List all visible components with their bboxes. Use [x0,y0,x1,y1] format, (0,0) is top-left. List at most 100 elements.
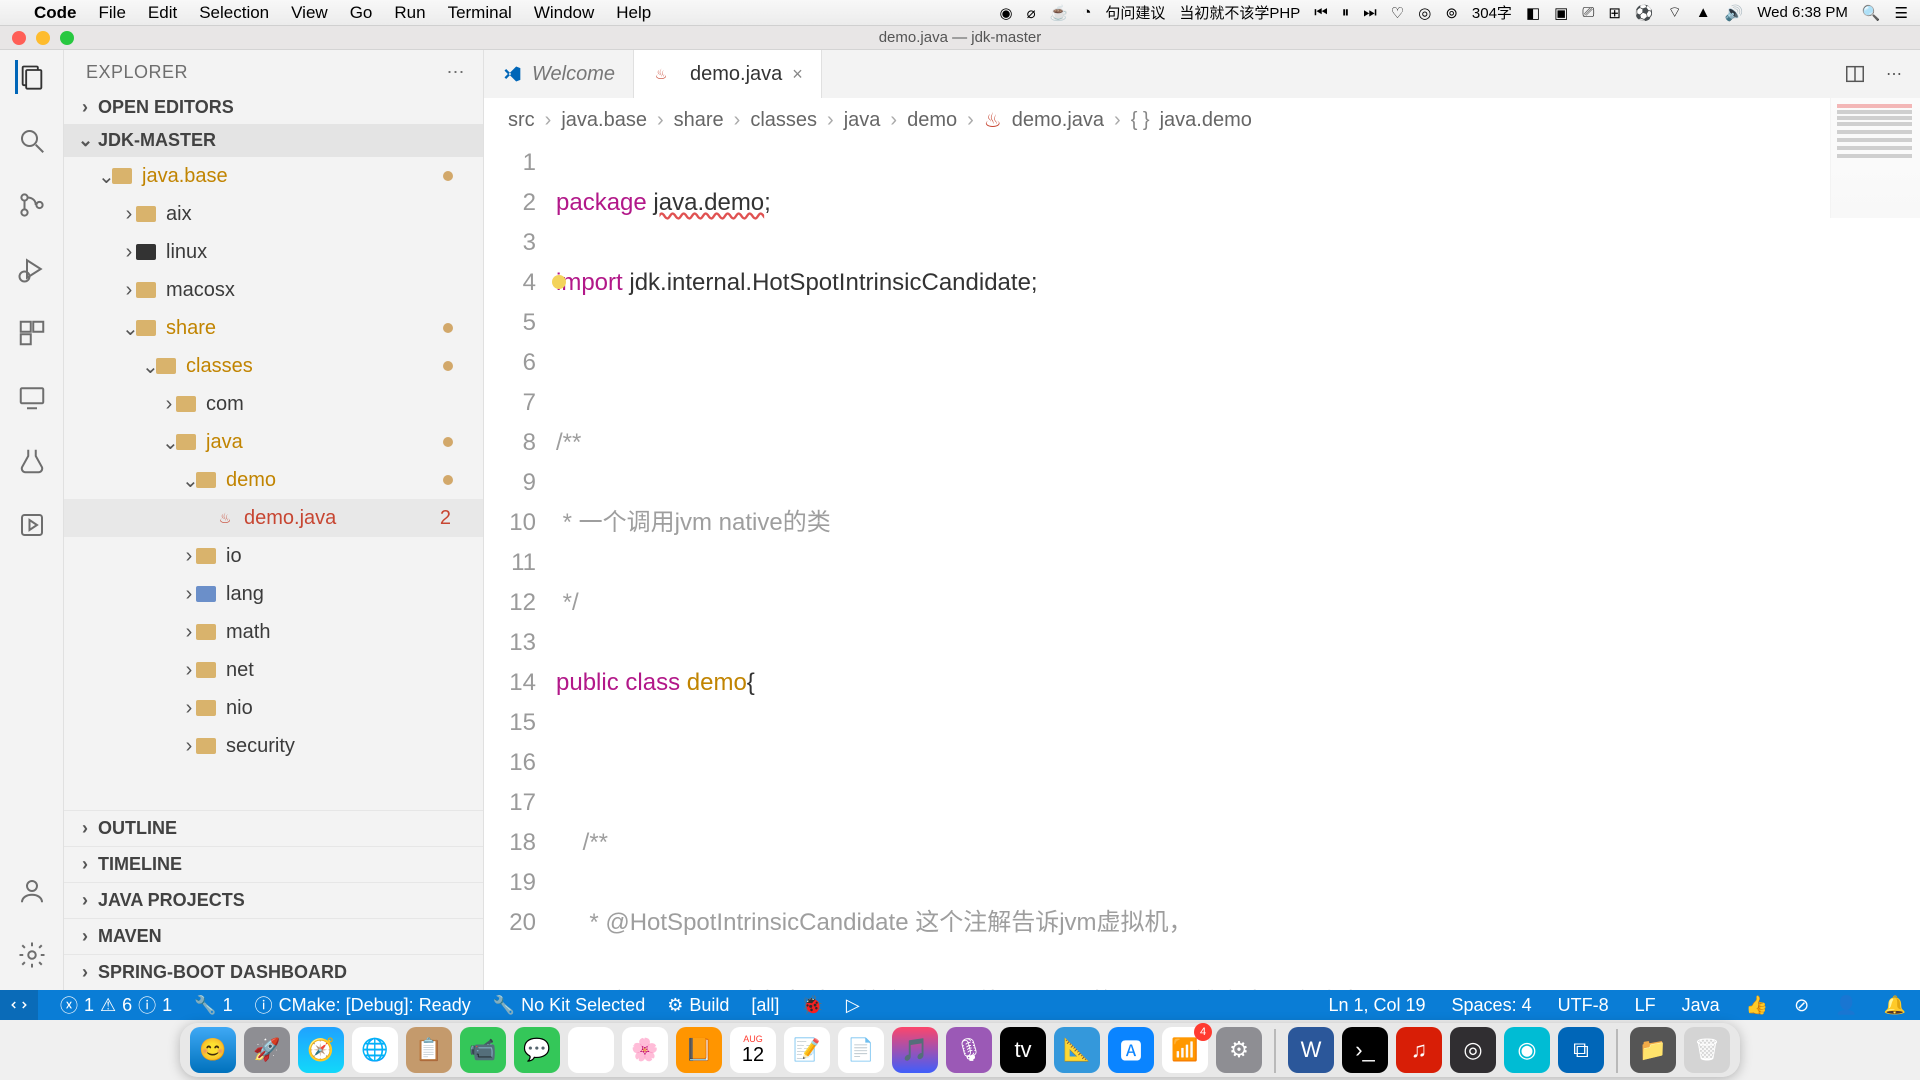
tree-folder-net[interactable]: ›net [64,651,483,689]
dock-tv-icon[interactable]: tv [1000,1027,1046,1073]
tree-folder-com[interactable]: ›com [64,385,483,423]
tree-folder-nio[interactable]: ›nio [64,689,483,727]
dock-calendar-icon[interactable]: AUG12 [730,1027,776,1073]
menu-edit[interactable]: Edit [148,3,177,23]
dock-podcasts-icon[interactable]: 🎙 [946,1027,992,1073]
source-control-icon[interactable] [15,188,49,222]
settings-gear-icon[interactable] [15,938,49,972]
code-editor[interactable]: 1 2 3 4 5 6 7 8 9 10 11 12 13 14 15 16 1… [484,143,1920,990]
lightbulb-icon[interactable] [552,275,566,289]
dock-finder-icon[interactable]: 😊 [190,1027,236,1073]
zoom-window-button[interactable] [60,31,74,45]
breadcrumbs[interactable]: src› java.base› share› classes› java› de… [484,98,1920,143]
dock-chrome-icon[interactable]: 🌐 [352,1027,398,1073]
maven-section[interactable]: ›MAVEN [64,918,483,954]
dock-books-icon[interactable]: 📙 [676,1027,722,1073]
breadcrumb-item[interactable]: demo.java [1012,109,1104,132]
tray-text[interactable]: 当初就不该学PHP [1179,2,1300,23]
dock-app-icon[interactable]: 📐 [1054,1027,1100,1073]
media-prev-icon[interactable]: ⏮ [1314,4,1328,21]
build-button[interactable]: ⚙ Build [667,995,729,1016]
tab-demo-java[interactable]: ♨ demo.java × [634,50,822,98]
tree-folder-share[interactable]: ⌄share [64,309,483,347]
accounts-icon[interactable] [15,874,49,908]
tray-icon[interactable]: ▣ [1554,4,1568,22]
tray-icon[interactable]: ◧ [1526,4,1540,22]
dock-folder-icon[interactable]: 📁 [1630,1027,1676,1073]
breadcrumb-item[interactable]: src [508,109,535,132]
kit-status[interactable]: 🔧 No Kit Selected [493,995,646,1016]
close-window-button[interactable] [12,31,26,45]
breadcrumb-item[interactable]: java [844,109,881,132]
cursor-position[interactable]: Ln 1, Col 19 [1328,995,1425,1016]
test-icon[interactable] [15,444,49,478]
tab-welcome[interactable]: Welcome [484,50,634,98]
run-icon[interactable]: ▷ [846,995,860,1016]
dock-app-icon[interactable]: 📋 [406,1027,452,1073]
tray-icon[interactable]: ◉ [1000,4,1013,22]
menu-go[interactable]: Go [350,3,373,23]
tray-text[interactable]: 句问建议 [1105,2,1165,23]
menu-help[interactable]: Help [616,3,651,23]
breadcrumb-item[interactable]: java.demo [1160,109,1252,132]
search-icon[interactable] [15,124,49,158]
dock-maps-icon[interactable]: 🗺 [568,1027,614,1073]
code-content[interactable]: package java.demo; import jdk.internal.H… [556,143,1920,990]
tray-icon[interactable]: ⊚ [1445,4,1458,22]
notifications-icon[interactable]: 🔔 [1884,995,1906,1016]
minimap[interactable] [1830,98,1920,218]
breadcrumb-item[interactable]: java.base [561,109,647,132]
dock-obs-icon[interactable]: ◎ [1450,1027,1496,1073]
live-share-icon[interactable]: 👤 [1835,995,1857,1016]
open-editors-section[interactable]: › OPEN EDITORS [64,91,483,124]
dock-trash-icon[interactable]: 🗑 [1684,1027,1730,1073]
tree-folder-lang[interactable]: ›lang [64,575,483,613]
wifi-icon[interactable]: ⌔ [1668,3,1682,22]
extensions-icon[interactable] [15,316,49,350]
sync-icon[interactable]: ⊘ [1794,995,1809,1016]
errors-indicator[interactable]: ⓧ 1 ⚠ 6 ⓘ 1 [60,992,172,1018]
java-projects-section[interactable]: ›JAVA PROJECTS [64,882,483,918]
media-next-icon[interactable]: ⏭ [1363,4,1377,21]
menu-view[interactable]: View [291,3,328,23]
more-icon[interactable]: ⋯ [447,62,466,83]
tree-folder-classes[interactable]: ⌄classes [64,347,483,385]
menu-selection[interactable]: Selection [199,3,269,23]
breadcrumb-item[interactable]: share [674,109,724,132]
dock-music-icon[interactable]: 🎵 [892,1027,938,1073]
encoding-status[interactable]: UTF-8 [1558,995,1609,1016]
dock-safari-icon[interactable]: 🧭 [298,1027,344,1073]
menu-run[interactable]: Run [394,3,425,23]
tray-icon[interactable]: ⎚ [1582,4,1594,21]
tree-folder-linux[interactable]: ›linux [64,233,483,271]
tray-wordcount[interactable]: 304字 [1472,2,1512,23]
outline-section[interactable]: ›OUTLINE [64,810,483,846]
menu-file[interactable]: File [99,3,126,23]
menubar-app-name[interactable]: Code [34,3,77,23]
eol-status[interactable]: LF [1635,995,1656,1016]
volume-icon[interactable]: 🔊 [1725,4,1744,22]
tree-folder-demo[interactable]: ⌄demo [64,461,483,499]
more-actions-icon[interactable]: ⋯ [1886,64,1902,84]
dock-photos-icon[interactable]: 🌸 [622,1027,668,1073]
control-center-icon[interactable]: ☰ [1895,4,1908,22]
dock-reminders-icon[interactable]: 📝 [784,1027,830,1073]
dock-appstore-icon[interactable]: 🅰 [1108,1027,1154,1073]
spotlight-icon[interactable]: 🔍 [1862,4,1881,22]
dock-launchpad-icon[interactable]: 🚀 [244,1027,290,1073]
debug-icon[interactable]: 🐞 [801,995,823,1016]
spring-boot-section[interactable]: ›SPRING-BOOT DASHBOARD [64,954,483,990]
tools-indicator[interactable]: 🔧 1 [194,995,232,1016]
breadcrumb-item[interactable]: demo [907,109,957,132]
tree-folder-math[interactable]: ›math [64,613,483,651]
tray-icon[interactable]: ☕ [1050,4,1069,22]
dock-terminal-icon[interactable]: ›_ [1342,1027,1388,1073]
heart-icon[interactable]: ♡ [1391,4,1404,22]
dock-word-icon[interactable]: W [1288,1027,1334,1073]
indent-status[interactable]: Spaces: 4 [1452,995,1532,1016]
clock[interactable]: Wed 6:38 PM [1757,4,1848,21]
explorer-icon[interactable] [15,60,49,94]
menu-terminal[interactable]: Terminal [448,3,512,23]
language-status[interactable]: Java [1682,995,1720,1016]
dock-messages-icon[interactable]: 💬 [514,1027,560,1073]
